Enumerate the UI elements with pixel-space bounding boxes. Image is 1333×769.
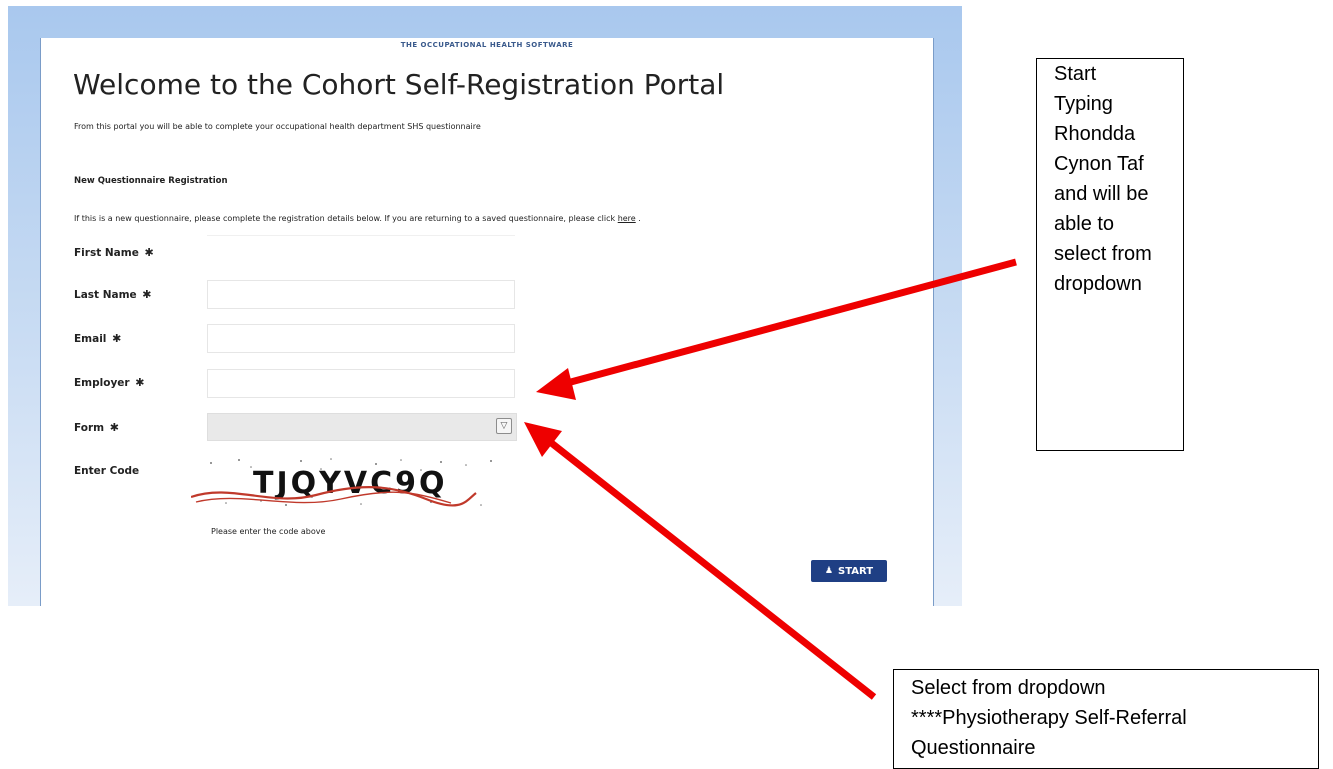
required-icon: ✱ <box>142 288 152 301</box>
callout-line: Start <box>1054 63 1097 85</box>
callout-line: dropdown <box>1054 273 1142 295</box>
enter-code-label: Enter Code <box>74 465 140 477</box>
form-label-text: Form <box>74 422 105 434</box>
page-title: Welcome to the Cohort Self-Registration … <box>73 68 725 101</box>
last-name-field[interactable] <box>207 280 515 309</box>
intro-text: From this portal you will be able to com… <box>74 122 481 131</box>
first-name-field[interactable] <box>207 235 515 264</box>
callout-line: and will be <box>1054 183 1149 205</box>
section-title: New Questionnaire Registration <box>74 176 228 186</box>
start-button-label: START <box>838 565 874 577</box>
employer-label: Employer ✱ <box>74 376 144 389</box>
browser-screenshot: THE OCCUPATIONAL HEALTH SOFTWARE Welcome… <box>8 6 962 606</box>
instructions-body: If this is a new questionnaire, please c… <box>74 214 618 223</box>
instructions-end: . <box>635 214 641 223</box>
callout-line: Select from dropdown <box>911 677 1106 699</box>
callout-line: able to <box>1054 213 1115 235</box>
email-label-text: Email <box>74 333 107 345</box>
form-callout: Select from dropdown ****Physiotherapy S… <box>893 669 1319 769</box>
employer-callout: Start Typing Rhondda Cynon Taf and will … <box>1036 58 1184 451</box>
required-icon: ✱ <box>135 376 145 389</box>
callout-line: ****Physiotherapy Self-Referral <box>911 707 1187 729</box>
email-label: Email ✱ <box>74 332 121 345</box>
brand-header: THE OCCUPATIONAL HEALTH SOFTWARE <box>400 41 574 49</box>
form-label: Form ✱ <box>74 421 119 434</box>
code-hint: Please enter the code above <box>211 527 326 536</box>
portal-panel: THE OCCUPATIONAL HEALTH SOFTWARE Welcome… <box>40 38 934 606</box>
required-icon: ✱ <box>144 246 154 259</box>
email-field[interactable] <box>207 324 515 353</box>
last-name-label-text: Last Name <box>74 289 137 301</box>
callout-line: Questionnaire <box>911 737 1036 759</box>
callout-line: Cynon Taf <box>1054 153 1144 175</box>
last-name-label: Last Name ✱ <box>74 288 152 301</box>
first-name-label-text: First Name <box>74 247 139 259</box>
callout-line: select from <box>1054 243 1152 265</box>
form-select[interactable]: ▽ <box>207 413 517 441</box>
employer-label-text: Employer <box>74 377 130 389</box>
required-icon: ✱ <box>112 332 122 345</box>
employer-field[interactable] <box>207 369 515 398</box>
captcha-image: TJQYVC9Q <box>191 458 492 507</box>
callout-line: Rhondda <box>1054 123 1136 145</box>
chevron-down-icon[interactable]: ▽ <box>496 418 512 434</box>
start-button[interactable]: ♟ START <box>811 560 887 582</box>
user-icon: ♟ <box>824 566 833 576</box>
instructions-text: If this is a new questionnaire, please c… <box>74 214 641 223</box>
saved-questionnaire-link[interactable]: here <box>618 214 636 223</box>
callout-line: Typing <box>1054 93 1113 115</box>
first-name-label: First Name ✱ <box>74 246 154 259</box>
required-icon: ✱ <box>109 421 119 434</box>
